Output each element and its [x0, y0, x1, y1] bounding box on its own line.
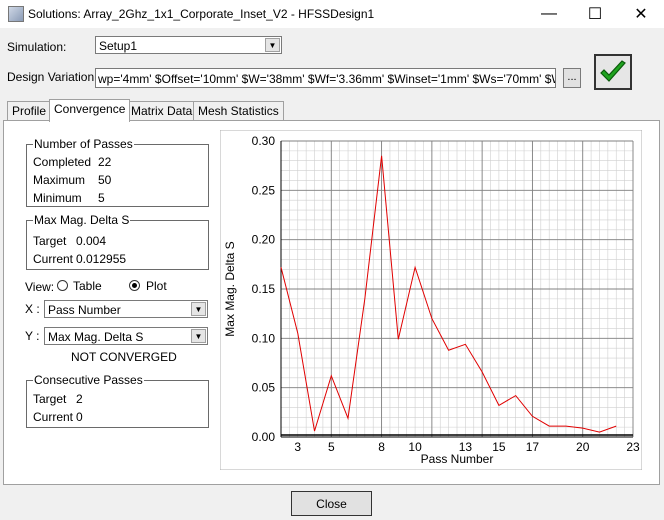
chevron-down-icon[interactable]: ▼	[265, 38, 280, 52]
tab-profile[interactable]: Profile	[7, 101, 52, 120]
chevron-down-icon[interactable]: ▼	[191, 329, 206, 343]
x-tick-label: 3	[294, 440, 301, 454]
y-tick-label: 0.25	[252, 183, 276, 197]
x-axis-title: Pass Number	[421, 452, 494, 466]
x-axis-label: X :	[25, 302, 40, 316]
simulation-label: Simulation:	[7, 40, 67, 54]
y-axis-select[interactable]: Max Mag. Delta S ▼	[44, 327, 208, 345]
x-tick-label: 20	[576, 440, 590, 454]
minimum-value: 5	[98, 191, 105, 205]
design-variation-label: Design Variation:	[7, 70, 98, 84]
y-tick-label: 0.05	[252, 381, 276, 395]
delta-target-value: 0.004	[76, 234, 107, 248]
convergence-status: NOT CONVERGED	[71, 350, 177, 364]
y-tick-label: 0.30	[252, 134, 276, 148]
x-tick-label: 15	[492, 440, 506, 454]
consecutive-target-label: Target	[33, 392, 67, 406]
browse-variation-button[interactable]: ...	[563, 68, 581, 88]
simulation-select[interactable]: Setup1 ▼	[95, 36, 282, 54]
view-table-radio[interactable]	[57, 280, 68, 291]
y-tick-label: 0.00	[252, 430, 276, 444]
maximum-value: 50	[98, 173, 112, 187]
minimize-button[interactable]: —	[526, 0, 572, 28]
maximize-button[interactable]: ☐	[572, 0, 618, 28]
x-axis-select[interactable]: Pass Number ▼	[44, 300, 208, 318]
close-window-button[interactable]: ✕	[618, 0, 664, 28]
consecutive-current-value: 0	[76, 410, 83, 424]
x-tick-label: 17	[526, 440, 540, 454]
checkmark-icon	[600, 60, 626, 82]
x-tick-label: 5	[328, 440, 335, 454]
tab-convergence[interactable]: Convergence	[49, 99, 131, 122]
window-title: Solutions: Array_2Ghz_1x1_Corporate_Inse…	[28, 7, 375, 21]
y-axis-label: Y :	[25, 329, 40, 343]
chart-frame	[220, 130, 642, 470]
close-button[interactable]: Close	[291, 491, 372, 516]
minimum-label: Minimum	[33, 191, 82, 205]
consecutive-current-label: Current	[33, 410, 74, 424]
validation-check-button[interactable]	[594, 54, 632, 90]
design-variation-field[interactable]: wp='4mm' $Offset='10mm' $W='38mm' $Wf='3…	[95, 68, 556, 88]
view-table-label: Table	[73, 279, 102, 293]
view-plot-label: Plot	[146, 279, 167, 293]
simulation-value: Setup1	[99, 39, 138, 53]
x-tick-label: 23	[626, 440, 640, 454]
y-tick-label: 0.15	[252, 282, 276, 296]
tab-matrix-data[interactable]: Matrix Data	[126, 101, 198, 120]
app-icon	[8, 6, 24, 22]
completed-label: Completed	[33, 155, 92, 169]
delta-current-value: 0.012955	[76, 252, 127, 266]
view-plot-radio[interactable]	[129, 280, 140, 291]
y-axis-title: Max Mag. Delta S	[223, 241, 237, 336]
maximum-label: Maximum	[33, 173, 86, 187]
delta-s-legend: Max Mag. Delta S	[33, 213, 131, 227]
x-axis-value: Pass Number	[48, 303, 121, 317]
view-label: View:	[25, 280, 55, 294]
convergence-chart: 0.000.050.100.150.200.250.303 5 8 10 13 15 17 2…	[220, 130, 642, 470]
passes-legend: Number of Passes	[33, 137, 134, 151]
chevron-down-icon[interactable]: ▼	[191, 302, 206, 316]
x-tick-label: 8	[378, 440, 385, 454]
design-variation-value: wp='4mm' $Offset='10mm' $W='38mm' $Wf='3…	[98, 72, 555, 86]
consecutive-legend: Consecutive Passes	[33, 373, 144, 387]
y-tick-label: 0.10	[252, 331, 276, 345]
y-axis-value: Max Mag. Delta S	[48, 330, 144, 344]
completed-value: 22	[98, 155, 112, 169]
delta-current-label: Current	[33, 252, 74, 266]
consecutive-target-value: 2	[76, 392, 83, 406]
tab-mesh-statistics[interactable]: Mesh Statistics	[193, 101, 284, 120]
y-tick-label: 0.20	[252, 233, 276, 247]
delta-target-label: Target	[33, 234, 67, 248]
